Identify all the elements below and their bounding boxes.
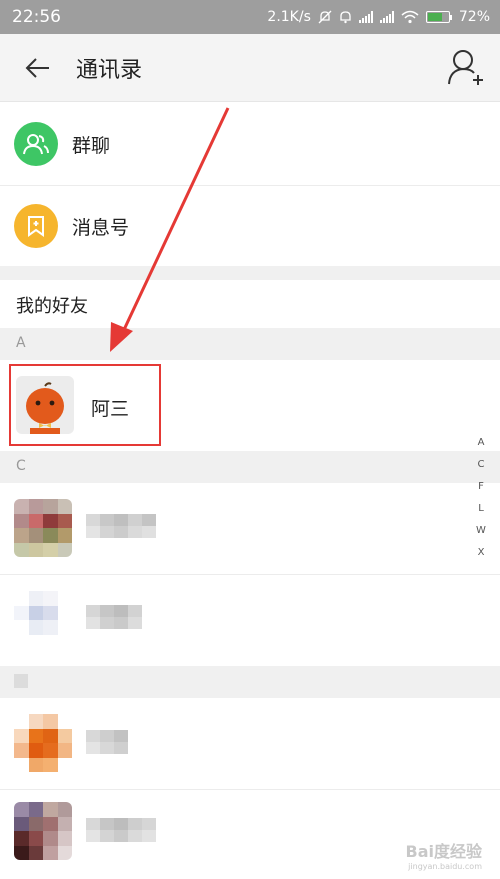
watermark-brand: Bai度经验 bbox=[405, 842, 482, 861]
contact-name-blurred bbox=[86, 818, 156, 830]
index-w[interactable]: W bbox=[476, 520, 486, 542]
index-x[interactable]: X bbox=[478, 542, 485, 564]
contact-avatar bbox=[14, 802, 72, 860]
index-letter-bar-blurred bbox=[0, 666, 500, 698]
index-l[interactable]: L bbox=[478, 498, 484, 520]
contact-name-blurred-2 bbox=[86, 617, 142, 629]
contact-avatar bbox=[14, 499, 72, 557]
contact-item[interactable] bbox=[0, 698, 500, 788]
baidu-watermark: Bai度经验 jingyan.baidu.com bbox=[406, 838, 482, 871]
watermark-url: jingyan.baidu.com bbox=[408, 862, 482, 871]
contact-item[interactable] bbox=[0, 483, 500, 573]
alphabet-index-bar[interactable]: A C F L W X bbox=[470, 432, 492, 564]
contact-name-blurred bbox=[86, 730, 128, 742]
contact-name-blurred-2 bbox=[86, 742, 128, 754]
contact-name-blurred bbox=[86, 514, 156, 526]
index-a[interactable]: A bbox=[478, 432, 485, 454]
contact-name-blurred-2 bbox=[86, 830, 156, 842]
index-f[interactable]: F bbox=[478, 476, 484, 498]
contact-name-blurred-2 bbox=[86, 526, 156, 538]
index-c[interactable]: C bbox=[478, 454, 485, 476]
index-letter-c: C bbox=[16, 458, 26, 474]
contact-item[interactable] bbox=[0, 575, 500, 665]
contact-avatar bbox=[14, 714, 72, 772]
contact-name-blurred bbox=[86, 605, 142, 617]
contact-avatar bbox=[14, 591, 72, 649]
index-letter-bar-c: C bbox=[0, 451, 500, 483]
